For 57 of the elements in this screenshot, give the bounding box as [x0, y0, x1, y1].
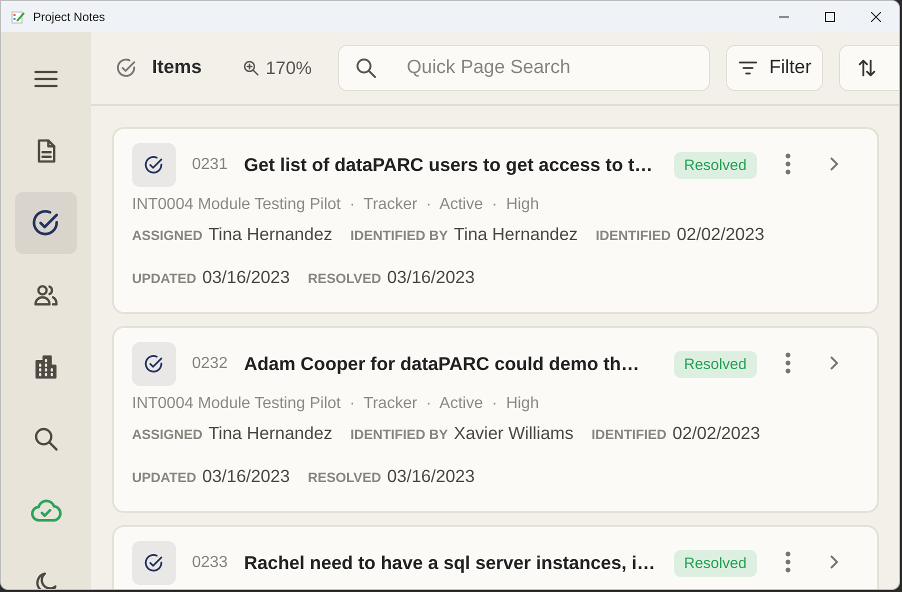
- item-number: 0233: [192, 554, 229, 572]
- field-value: Tina Hernandez: [208, 224, 332, 245]
- item-card[interactable]: 0233 Rachel need to have a sql server instances, i… Resolved: [112, 525, 879, 589]
- item-number: 0232: [192, 355, 229, 373]
- field-value: 03/16/2023: [387, 267, 475, 288]
- close-icon: [871, 12, 881, 22]
- chevron-right-icon: [828, 354, 839, 370]
- more-vertical-icon: [784, 152, 791, 174]
- search-icon: [354, 56, 378, 80]
- sidebar-item[interactable]: [15, 192, 77, 254]
- item-meta: INT0004 Module Testing Pilot · Tracker · Active · High: [132, 196, 540, 214]
- check-circle-icon: [143, 353, 165, 375]
- app-logo-icon: [11, 10, 25, 24]
- field-label: RESOLVED: [308, 470, 382, 485]
- status-badge: Resolved: [674, 152, 757, 178]
- field-label: IDENTIFIED BY: [350, 427, 448, 442]
- field-value: 03/16/2023: [202, 267, 290, 288]
- item-meta: INT0004 Module Testing Pilot · Tracker · Active · High: [132, 395, 540, 413]
- filter-button[interactable]: Filter: [726, 45, 823, 91]
- item-number: 0231: [192, 156, 229, 174]
- field-value: Xavier Williams: [454, 423, 574, 444]
- field-value: 02/02/2023: [676, 224, 764, 245]
- field-label: ASSIGNED: [132, 228, 203, 243]
- item-title: Rachel need to have a sql server instances, i…: [244, 552, 656, 574]
- field-label: IDENTIFIED: [592, 427, 667, 442]
- field-value: Tina Hernandez: [208, 423, 332, 444]
- field-value: 02/02/2023: [672, 423, 760, 444]
- window-title: Project Notes: [33, 10, 106, 24]
- maximize-icon: [825, 12, 835, 22]
- field-label: IDENTIFIED BY: [350, 228, 448, 243]
- sort-button[interactable]: [839, 45, 899, 91]
- check-circle-icon: [143, 154, 165, 176]
- more-vertical-icon: [784, 352, 791, 374]
- more-vertical-icon: [784, 550, 791, 572]
- check-circle-icon: [143, 552, 165, 574]
- field-value: Tina Hernandez: [454, 224, 578, 245]
- chevron-right-icon: [828, 156, 839, 172]
- item-card[interactable]: [112, 127, 879, 314]
- field-label: UPDATED: [132, 470, 196, 485]
- zoom-icon: [242, 59, 260, 77]
- field-label: ASSIGNED: [132, 427, 203, 442]
- field-label: UPDATED: [132, 271, 196, 286]
- search-field[interactable]: Quick Page Search: [338, 45, 710, 91]
- status-badge: Resolved: [674, 350, 757, 378]
- field-value: 03/16/2023: [202, 466, 290, 487]
- item-card[interactable]: [112, 326, 879, 513]
- field-label: RESOLVED: [308, 271, 382, 286]
- field-label: IDENTIFIED: [596, 228, 671, 243]
- search-icon: [32, 425, 60, 453]
- zoom-level: 170%: [266, 58, 312, 78]
- item-title: Get list of dataPARC users to get access to t…: [244, 154, 654, 176]
- chevron-right-icon: [828, 554, 839, 570]
- sort-icon: [856, 57, 878, 79]
- page-title: Items: [152, 57, 202, 79]
- item-title: Adam Cooper for dataPARC could demo th…: [244, 353, 640, 375]
- field-value: 03/16/2023: [387, 466, 475, 487]
- status-badge: Resolved: [674, 550, 757, 576]
